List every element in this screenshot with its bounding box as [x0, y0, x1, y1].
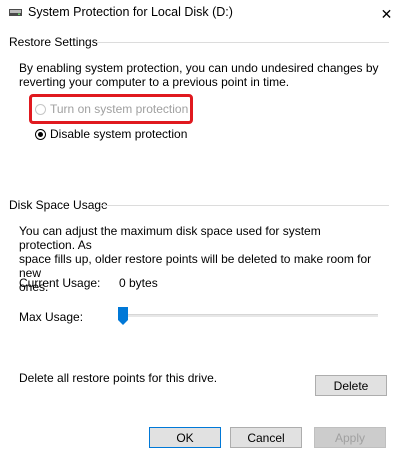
- disk-space-title: Disk Space Usage: [9, 198, 108, 212]
- ok-button[interactable]: OK: [149, 427, 221, 448]
- max-usage-label: Max Usage:: [19, 310, 84, 324]
- disk-space-divider: [100, 205, 389, 206]
- window-title: System Protection for Local Disk (D:): [28, 5, 233, 19]
- disable-protection-label: Disable system protection: [50, 127, 188, 141]
- disable-protection-radio[interactable]: Disable system protection: [35, 127, 187, 141]
- cancel-button[interactable]: Cancel: [230, 427, 302, 448]
- slider-thumb-icon[interactable]: [118, 307, 128, 325]
- restore-settings-divider: [96, 42, 389, 43]
- close-button[interactable]: ✕: [372, 0, 401, 28]
- current-usage-value: 0 bytes: [119, 276, 158, 290]
- drive-icon: [9, 9, 22, 16]
- apply-button[interactable]: Apply: [314, 427, 386, 448]
- title-bar: System Protection for Local Disk (D:) ✕: [0, 0, 401, 30]
- close-icon: ✕: [380, 5, 393, 22]
- delete-restore-points-text: Delete all restore points for this drive…: [19, 371, 218, 385]
- highlight-box: [29, 94, 193, 124]
- current-usage-label: Current Usage:: [19, 276, 101, 290]
- restore-settings-description: By enabling system protection, you can u…: [19, 61, 379, 89]
- delete-button[interactable]: Delete: [315, 375, 387, 396]
- restore-desc-line: By enabling system protection, you can u…: [19, 61, 379, 75]
- restore-settings-title: Restore Settings: [9, 35, 98, 49]
- max-usage-slider-track[interactable]: [119, 314, 378, 317]
- restore-desc-line: reverting your computer to a previous po…: [19, 75, 290, 89]
- radio-checked-icon: [35, 128, 46, 140]
- disk-desc-line: You can adjust the maximum disk space us…: [19, 224, 321, 252]
